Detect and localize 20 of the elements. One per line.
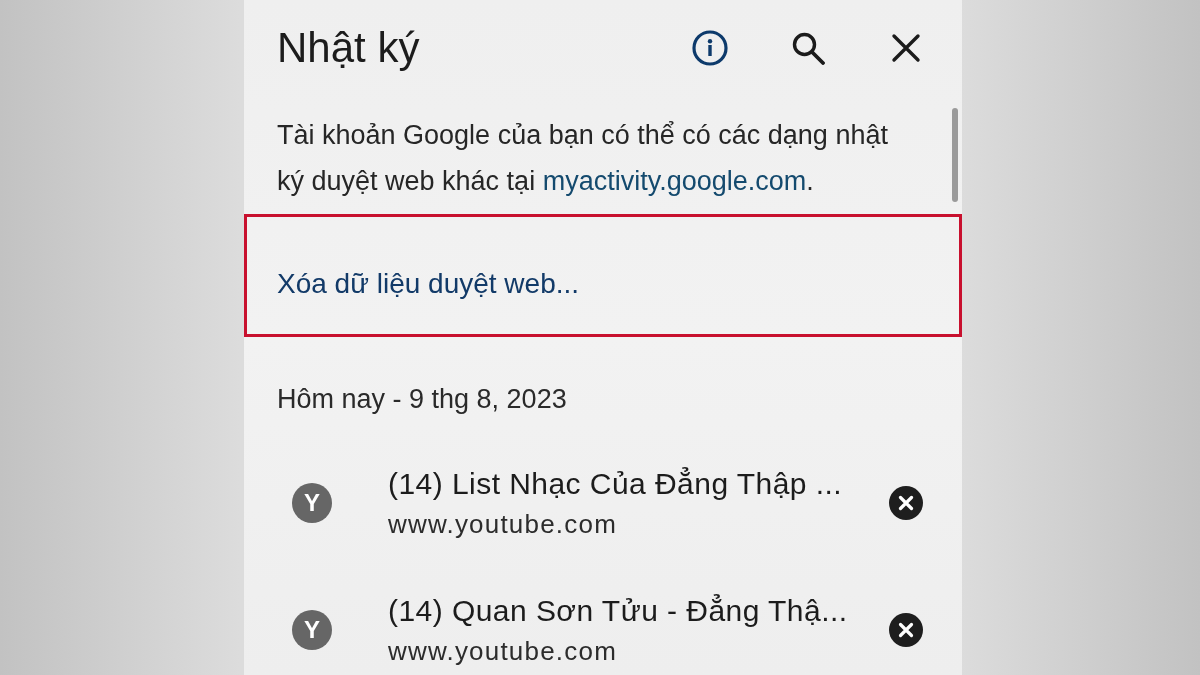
- site-initial: Y: [292, 609, 332, 650]
- info-button[interactable]: [690, 28, 730, 68]
- close-icon: [891, 33, 921, 63]
- history-item-url: www.youtube.com: [388, 509, 617, 539]
- date-heading: Hôm nay - 9 thg 8, 2023: [276, 384, 568, 414]
- history-item-title[interactable]: (14) List Nhạc Của Đẳng Thập ...: [388, 466, 843, 502]
- remove-icon: [889, 485, 923, 520]
- remove-icon: [889, 612, 923, 647]
- history-item-url: www.youtube.com: [388, 636, 617, 666]
- remove-item-button[interactable]: [889, 485, 923, 520]
- info-icon: [692, 30, 728, 66]
- page-title: Nhật ký: [277, 24, 421, 72]
- remove-item-button[interactable]: [889, 612, 923, 647]
- site-initial: Y: [292, 482, 332, 523]
- notice-text: Tài khoản Google của bạn có thể có các dạng nhật ký duyệt web khác tại myactivity.google.com.: [276, 119, 889, 198]
- scrollbar[interactable]: [952, 108, 958, 202]
- activity-link[interactable]: myactivity.google.com: [542, 166, 807, 196]
- clear-browsing-data-button[interactable]: Xóa dữ liệu duyệt web...: [244, 214, 962, 337]
- history-item-title[interactable]: (14) Quan Sơn Tửu - Đẳng Thậ...: [388, 593, 848, 629]
- search-icon: [791, 31, 825, 65]
